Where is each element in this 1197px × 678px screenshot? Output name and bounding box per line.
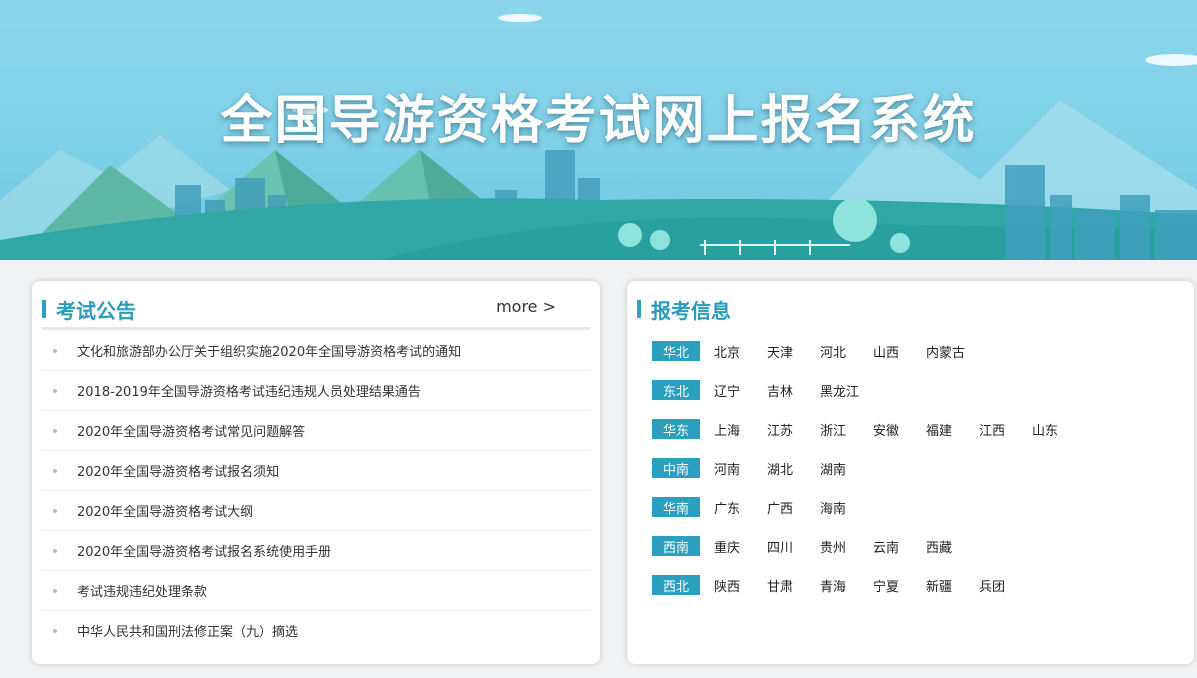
more-link[interactable]: more > (496, 297, 556, 316)
notice-link[interactable]: 2020年全国导游资格考试报名系统使用手册 (77, 541, 331, 560)
province-link[interactable]: 四川 (767, 537, 820, 556)
region-tag: 华东 (652, 419, 700, 439)
notice-link[interactable]: 2020年全国导游资格考试报名须知 (77, 461, 279, 480)
province-link[interactable]: 西藏 (926, 537, 979, 556)
province-link[interactable]: 天津 (767, 342, 820, 361)
region-tag: 中南 (652, 458, 700, 478)
province-link[interactable]: 河南 (714, 459, 767, 478)
province-link[interactable]: 广东 (714, 498, 767, 517)
notice-link[interactable]: 2018-2019年全国导游资格考试违纪违规人员处理结果通告 (77, 381, 421, 400)
province-link[interactable]: 新疆 (926, 576, 979, 595)
notices-header: 考试公告 (42, 291, 136, 327)
divider (42, 327, 590, 330)
region-row: 西北 陕西 甘肃 青海 宁夏 新疆 兵团 (652, 575, 1085, 595)
province-link[interactable]: 内蒙古 (926, 342, 979, 361)
notices-title: 考试公告 (56, 298, 136, 323)
region-tag: 西南 (652, 536, 700, 556)
province-link[interactable]: 广西 (767, 498, 820, 517)
region-list: 华北 北京 天津 河北 山西 内蒙古 东北 辽宁 吉林 黑龙江 华东 上海 江苏 浙江 安徽 福建 江西 山东 中南… (652, 341, 1085, 614)
region-row: 西南 重庆 四川 贵州 云南 西藏 (652, 536, 1085, 556)
province-link[interactable]: 浙江 (820, 420, 873, 439)
notice-link[interactable]: 考试违规违纪处理条款 (77, 581, 207, 600)
province-link[interactable]: 北京 (714, 342, 767, 361)
notice-link[interactable]: 中华人民共和国刑法修正案（九）摘选 (77, 621, 298, 640)
province-link[interactable]: 江苏 (767, 420, 820, 439)
bullet-icon (53, 628, 57, 633)
bullet-icon (53, 388, 57, 393)
notice-item[interactable]: 2020年全国导游资格考试常见问题解答 (42, 411, 590, 451)
notice-item[interactable]: 中华人民共和国刑法修正案（九）摘选 (42, 611, 590, 650)
notice-link[interactable]: 2020年全国导游资格考试大纲 (77, 501, 253, 520)
registration-header: 报考信息 (637, 291, 731, 327)
region-row: 中南 河南 湖北 湖南 (652, 458, 1085, 478)
site-title: 全国导游资格考试网上报名系统 (220, 91, 977, 151)
header-banner: 全国导游资格考试网上报名系统 (0, 0, 1197, 260)
notices-panel: 考试公告 more > 文化和旅游部办公厅关于组织实施2020年全国导游资格考试… (32, 281, 600, 664)
bullet-icon (53, 348, 57, 353)
bullet-icon (53, 588, 57, 593)
province-link[interactable]: 海南 (820, 498, 873, 517)
province-link[interactable]: 福建 (926, 420, 979, 439)
province-link[interactable]: 贵州 (820, 537, 873, 556)
notice-item[interactable]: 考试违规违纪处理条款 (42, 571, 590, 611)
bullet-icon (53, 468, 57, 473)
notice-link[interactable]: 2020年全国导游资格考试常见问题解答 (77, 421, 305, 440)
province-link[interactable]: 湖北 (767, 459, 820, 478)
province-link[interactable]: 吉林 (767, 381, 820, 400)
header-accent-bar (637, 300, 641, 318)
region-tag: 华南 (652, 497, 700, 517)
region-row: 东北 辽宁 吉林 黑龙江 (652, 380, 1085, 400)
bullet-icon (53, 548, 57, 553)
province-link[interactable]: 青海 (820, 576, 873, 595)
province-link[interactable]: 江西 (979, 420, 1032, 439)
region-tag: 东北 (652, 380, 700, 400)
region-tag: 西北 (652, 575, 700, 595)
province-link[interactable]: 黑龙江 (820, 381, 873, 400)
province-link[interactable]: 云南 (873, 537, 926, 556)
notice-item[interactable]: 2020年全国导游资格考试报名系统使用手册 (42, 531, 590, 571)
notice-list: 文化和旅游部办公厅关于组织实施2020年全国导游资格考试的通知 2018-2019… (42, 331, 590, 650)
region-row: 华北 北京 天津 河北 山西 内蒙古 (652, 341, 1085, 361)
notice-item[interactable]: 2020年全国导游资格考试大纲 (42, 491, 590, 531)
province-link[interactable]: 安徽 (873, 420, 926, 439)
province-link[interactable]: 重庆 (714, 537, 767, 556)
bullet-icon (53, 428, 57, 433)
notice-link[interactable]: 文化和旅游部办公厅关于组织实施2020年全国导游资格考试的通知 (77, 341, 461, 360)
region-row: 华南 广东 广西 海南 (652, 497, 1085, 517)
province-link[interactable]: 辽宁 (714, 381, 767, 400)
province-link[interactable]: 河北 (820, 342, 873, 361)
province-link[interactable]: 甘肃 (767, 576, 820, 595)
province-link[interactable]: 湖南 (820, 459, 873, 478)
province-link[interactable]: 上海 (714, 420, 767, 439)
province-link[interactable]: 陕西 (714, 576, 767, 595)
notice-item[interactable]: 文化和旅游部办公厅关于组织实施2020年全国导游资格考试的通知 (42, 331, 590, 371)
bullet-icon (53, 508, 57, 513)
registration-panel: 报考信息 华北 北京 天津 河北 山西 内蒙古 东北 辽宁 吉林 黑龙江 华东 上海 江苏 浙江 安徽 福建江… (627, 281, 1194, 664)
notice-item[interactable]: 2020年全国导游资格考试报名须知 (42, 451, 590, 491)
region-tag: 华北 (652, 341, 700, 361)
header-accent-bar (42, 300, 46, 318)
region-row: 华东 上海 江苏 浙江 安徽 福建 江西 山东 (652, 419, 1085, 439)
province-link[interactable]: 山东 (1032, 420, 1085, 439)
province-link[interactable]: 山西 (873, 342, 926, 361)
registration-title: 报考信息 (651, 298, 731, 323)
province-link[interactable]: 兵团 (979, 576, 1032, 595)
province-link[interactable]: 宁夏 (873, 576, 926, 595)
notice-item[interactable]: 2018-2019年全国导游资格考试违纪违规人员处理结果通告 (42, 371, 590, 411)
